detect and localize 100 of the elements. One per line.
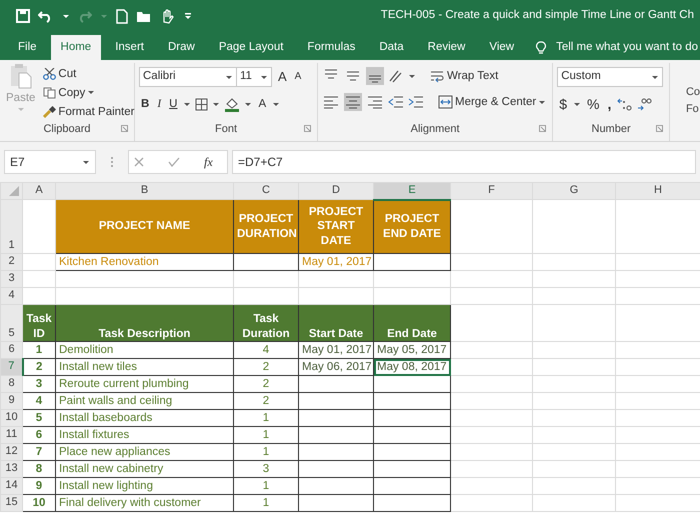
ribbon-button-label[interactable]: Co (686, 84, 700, 100)
row-header[interactable]: 1 (0, 200, 22, 254)
ribbon-tab[interactable]: File (8, 35, 47, 60)
description-cell: Install new cabinetry (56, 460, 234, 478)
borders-icon[interactable] (195, 98, 208, 110)
wrap-text-button[interactable]: Wrap Text (428, 67, 500, 85)
column-header[interactable]: F (450, 182, 532, 200)
copy-button[interactable]: Copy (41, 83, 136, 102)
row-header[interactable]: 12 (0, 444, 22, 460)
check-icon[interactable] (168, 157, 180, 167)
date-cell: May 01, 2017 (298, 254, 374, 270)
ribbon-button-label[interactable]: Fo (686, 100, 700, 117)
caret-icon[interactable] (272, 102, 280, 106)
font-size-dropdown[interactable]: 11 (236, 67, 272, 87)
shrink-font-button[interactable]: A (292, 68, 304, 86)
lightbulb-icon[interactable] (536, 40, 546, 54)
percent-button[interactable]: % (584, 95, 602, 113)
row-header[interactable]: 11 (0, 426, 22, 444)
font-name-dropdown[interactable]: Calibri (139, 67, 237, 87)
ribbon-tab[interactable]: Page Layout (208, 35, 294, 60)
row-header[interactable]: 9 (0, 392, 22, 410)
underline-button[interactable]: U (167, 95, 180, 113)
ribbon-tab[interactable]: Data (369, 35, 414, 60)
column-header[interactable]: E (374, 182, 450, 200)
caret-icon (82, 160, 90, 164)
caret-icon (87, 90, 96, 95)
caret-icon[interactable] (183, 102, 192, 106)
italic-button[interactable]: I (155, 95, 164, 113)
row-header[interactable]: 6 (0, 342, 22, 358)
dialog-launcher-icon[interactable] (304, 124, 311, 132)
caret-icon (260, 74, 268, 80)
ribbon-tab[interactable]: Draw (158, 35, 205, 60)
dialog-launcher-icon[interactable] (656, 124, 663, 132)
description-cell: Install new tiles (56, 358, 234, 376)
increase-decimal-icon[interactable] (617, 97, 634, 111)
format-painter-button[interactable]: Format Painter (41, 102, 136, 121)
clipboard-icon[interactable] (10, 63, 32, 89)
column-header[interactable]: B (56, 182, 234, 200)
save-icon[interactable] (16, 9, 30, 23)
duration-cell: 2 (234, 376, 298, 392)
ribbon-tab[interactable]: Formulas (297, 35, 366, 60)
brush-icon (43, 106, 56, 118)
column-header[interactable]: G (532, 182, 616, 200)
caret-icon[interactable] (244, 102, 252, 106)
decrease-decimal-icon[interactable] (637, 97, 654, 111)
increase-indent-icon[interactable] (408, 95, 424, 109)
task-id-cell: 7 (22, 444, 56, 460)
row-header[interactable]: 5 (0, 304, 22, 342)
horizontal-align-icon[interactable] (344, 93, 362, 111)
new-document-icon[interactable] (116, 8, 128, 24)
row-header[interactable]: 14 (0, 478, 22, 494)
cut-button[interactable]: Cut (41, 64, 136, 83)
vertical-align-icon[interactable] (366, 67, 384, 85)
header-cell: Task Duration (234, 304, 298, 342)
duration-cell: 4 (234, 342, 298, 358)
date-cell: May 08, 2017 (374, 358, 450, 376)
row-header[interactable]: 10 (0, 410, 22, 426)
text-orientation-icon[interactable] (388, 69, 404, 83)
row-header[interactable]: 15 (0, 494, 22, 512)
column-header[interactable]: A (22, 182, 56, 200)
customize-icon[interactable] (184, 12, 192, 20)
ribbon-tab[interactable]: Review (418, 35, 476, 60)
decrease-indent-icon[interactable] (388, 95, 404, 109)
tell-me-search[interactable]: Tell me what you want to do (556, 35, 698, 60)
caret-icon[interactable] (212, 102, 220, 106)
group-label: Alignment (410, 122, 460, 136)
font-color-button[interactable]: A (256, 95, 268, 113)
wrap-text-icon (430, 70, 445, 82)
drag-handle-icon[interactable] (110, 156, 114, 168)
fill-color-icon[interactable] (224, 96, 240, 112)
caret-icon[interactable] (408, 74, 416, 78)
name-box[interactable]: E7 (4, 150, 96, 174)
formula-field[interactable]: =D7+C7 (232, 150, 696, 174)
task-id-cell: 8 (22, 460, 56, 478)
ribbon-tab[interactable]: Insert (105, 35, 154, 60)
insert-function-button[interactable]: fx (204, 153, 213, 171)
number-format-dropdown[interactable]: Custom (557, 67, 664, 87)
duration-cell: 1 (234, 494, 298, 512)
column-header[interactable]: D (298, 182, 374, 200)
dialog-launcher-icon[interactable] (539, 124, 546, 132)
row-header[interactable]: 13 (0, 460, 22, 478)
comma-style-button[interactable]: , (605, 95, 614, 113)
merge-center-button[interactable]: Merge & Center (436, 93, 548, 111)
row-header[interactable]: 2 (0, 254, 22, 270)
ribbon-tab[interactable]: Home (50, 35, 102, 60)
column-header[interactable]: H (616, 182, 700, 200)
row-header[interactable]: 3 (0, 270, 22, 288)
caret-icon[interactable] (572, 102, 581, 106)
currency-button[interactable]: $ (557, 95, 569, 113)
ribbon-tab[interactable]: View (479, 35, 524, 60)
dialog-launcher-icon[interactable] (121, 125, 128, 132)
row-header[interactable]: 8 (0, 376, 22, 392)
grow-font-button[interactable]: A (276, 68, 289, 86)
row-header[interactable]: 7 (0, 358, 22, 376)
scissors-icon (43, 68, 56, 80)
caret-icon[interactable] (62, 14, 70, 18)
bold-button[interactable]: B (139, 95, 152, 113)
row-header[interactable]: 4 (0, 288, 22, 304)
folder-icon[interactable] (136, 10, 152, 22)
column-header[interactable]: C (234, 182, 298, 200)
